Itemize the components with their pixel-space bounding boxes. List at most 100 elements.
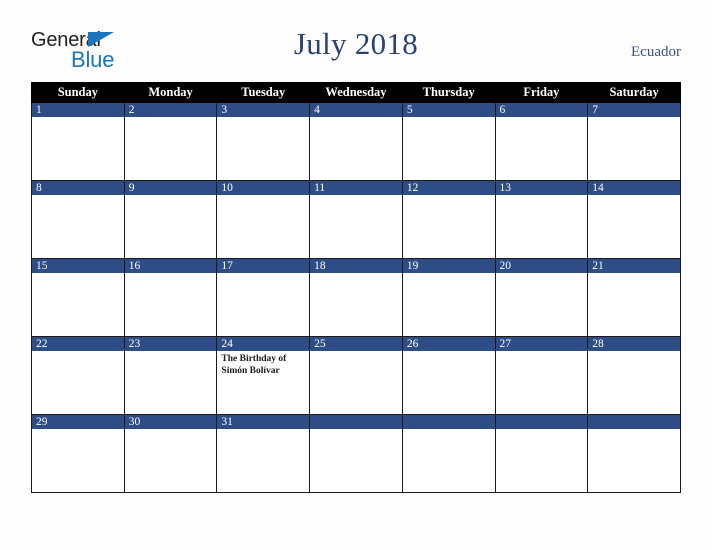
day-cell-inner: 18 xyxy=(310,259,402,336)
day-cell-inner: 31 xyxy=(217,415,310,492)
day-number: 25 xyxy=(310,337,402,351)
day-events xyxy=(32,351,124,354)
day-events xyxy=(403,351,495,354)
day-cell[interactable]: 4 xyxy=(309,102,403,181)
day-cell-inner: 7 xyxy=(588,103,680,180)
day-events xyxy=(32,273,124,276)
day-cell[interactable] xyxy=(309,414,403,493)
day-cell[interactable]: 10 xyxy=(216,180,311,259)
day-events xyxy=(403,429,495,432)
day-events xyxy=(125,117,217,120)
day-cell[interactable]: 29 xyxy=(31,414,125,493)
day-number xyxy=(588,415,680,429)
day-cell[interactable]: 2 xyxy=(123,102,218,181)
day-events: The Birthday of Simón Bolívar xyxy=(217,351,309,377)
day-cell[interactable]: 18 xyxy=(309,258,403,337)
weekday-header-friday: Friday xyxy=(494,82,589,103)
day-number: 4 xyxy=(310,103,402,117)
day-cell[interactable]: 19 xyxy=(401,258,496,337)
day-cell[interactable]: 14 xyxy=(587,180,681,259)
day-cell[interactable]: 6 xyxy=(494,102,589,181)
weekday-header-wednesday: Wednesday xyxy=(309,82,403,103)
day-events xyxy=(403,195,495,198)
day-cell[interactable] xyxy=(587,414,681,493)
day-cell-inner: 23 xyxy=(124,337,217,414)
day-cell[interactable] xyxy=(494,414,589,493)
day-number: 21 xyxy=(588,259,680,273)
day-number: 18 xyxy=(310,259,402,273)
day-cell-inner: 21 xyxy=(588,259,680,336)
day-events xyxy=(403,273,495,276)
day-cell[interactable]: 9 xyxy=(123,180,218,259)
day-cell[interactable]: 20 xyxy=(494,258,589,337)
day-cell[interactable] xyxy=(401,414,496,493)
day-events xyxy=(217,429,309,432)
day-events xyxy=(496,351,588,354)
day-events xyxy=(125,351,217,354)
day-cell-inner: 22 xyxy=(32,337,124,414)
day-cell-inner: 28 xyxy=(588,337,680,414)
day-events xyxy=(496,273,588,276)
day-number: 28 xyxy=(588,337,680,351)
holiday-event: The Birthday of Simón Bolívar xyxy=(221,354,287,376)
day-events xyxy=(125,429,217,432)
day-cell[interactable]: 16 xyxy=(123,258,218,337)
day-events xyxy=(32,429,124,432)
day-number: 19 xyxy=(402,259,495,273)
day-cell[interactable]: 26 xyxy=(401,336,496,415)
day-cell-inner: 10 xyxy=(217,181,310,258)
day-cell-inner xyxy=(310,415,402,492)
day-number: 22 xyxy=(32,337,124,351)
day-number xyxy=(310,415,402,429)
day-cell-inner xyxy=(588,415,680,492)
day-cell[interactable]: 24 The Birthday of Simón Bolívar xyxy=(216,336,311,415)
day-cell[interactable]: 3 xyxy=(216,102,311,181)
day-cell[interactable]: 27 xyxy=(494,336,589,415)
calendar-page: General Blue July 2018 Ecuador Sunday Mo… xyxy=(0,0,712,550)
day-events xyxy=(310,195,402,198)
day-events xyxy=(496,429,588,432)
day-cell[interactable]: 22 xyxy=(31,336,125,415)
day-events xyxy=(403,117,495,120)
day-cell-inner: 6 xyxy=(495,103,588,180)
day-events xyxy=(588,429,680,432)
day-cell-inner: 27 xyxy=(495,337,588,414)
day-cell[interactable]: 25 xyxy=(309,336,403,415)
day-cell[interactable]: 30 xyxy=(123,414,218,493)
day-events xyxy=(217,195,309,198)
day-events xyxy=(217,117,309,120)
day-cell-inner: 5 xyxy=(402,103,495,180)
day-cell[interactable]: 5 xyxy=(401,102,496,181)
day-number: 10 xyxy=(217,181,310,195)
day-cell-inner: 14 xyxy=(588,181,680,258)
day-cell[interactable]: 11 xyxy=(309,180,403,259)
week-row: 22 23 24 The Birthday of Simón Bolívar 25 26 2… xyxy=(31,336,681,415)
day-cell[interactable]: 13 xyxy=(494,180,589,259)
day-cell[interactable]: 1 xyxy=(31,102,125,181)
day-number: 20 xyxy=(495,259,588,273)
day-cell-inner: 26 xyxy=(402,337,495,414)
day-cell[interactable]: 12 xyxy=(401,180,496,259)
day-cell-inner: 16 xyxy=(124,259,217,336)
week-row: 15 16 17 18 19 20 21 xyxy=(31,258,681,337)
day-cell-inner xyxy=(495,415,588,492)
day-cell[interactable]: 31 xyxy=(216,414,311,493)
day-cell[interactable]: 23 xyxy=(123,336,218,415)
weekday-header-sunday: Sunday xyxy=(31,82,125,103)
day-cell[interactable]: 17 xyxy=(216,258,311,337)
day-cell-inner: 17 xyxy=(217,259,310,336)
day-number: 9 xyxy=(124,181,217,195)
day-cell-inner: 1 xyxy=(32,103,124,180)
day-cell-inner: 3 xyxy=(217,103,310,180)
day-number: 12 xyxy=(402,181,495,195)
day-cell[interactable]: 15 xyxy=(31,258,125,337)
day-events xyxy=(32,117,124,120)
day-events xyxy=(125,273,217,276)
day-cell-inner: 19 xyxy=(402,259,495,336)
day-cell-inner: 12 xyxy=(402,181,495,258)
day-cell[interactable]: 7 xyxy=(587,102,681,181)
day-cell[interactable]: 21 xyxy=(587,258,681,337)
country-label: Ecuador xyxy=(631,44,681,60)
day-cell[interactable]: 28 xyxy=(587,336,681,415)
day-cell[interactable]: 8 xyxy=(31,180,125,259)
